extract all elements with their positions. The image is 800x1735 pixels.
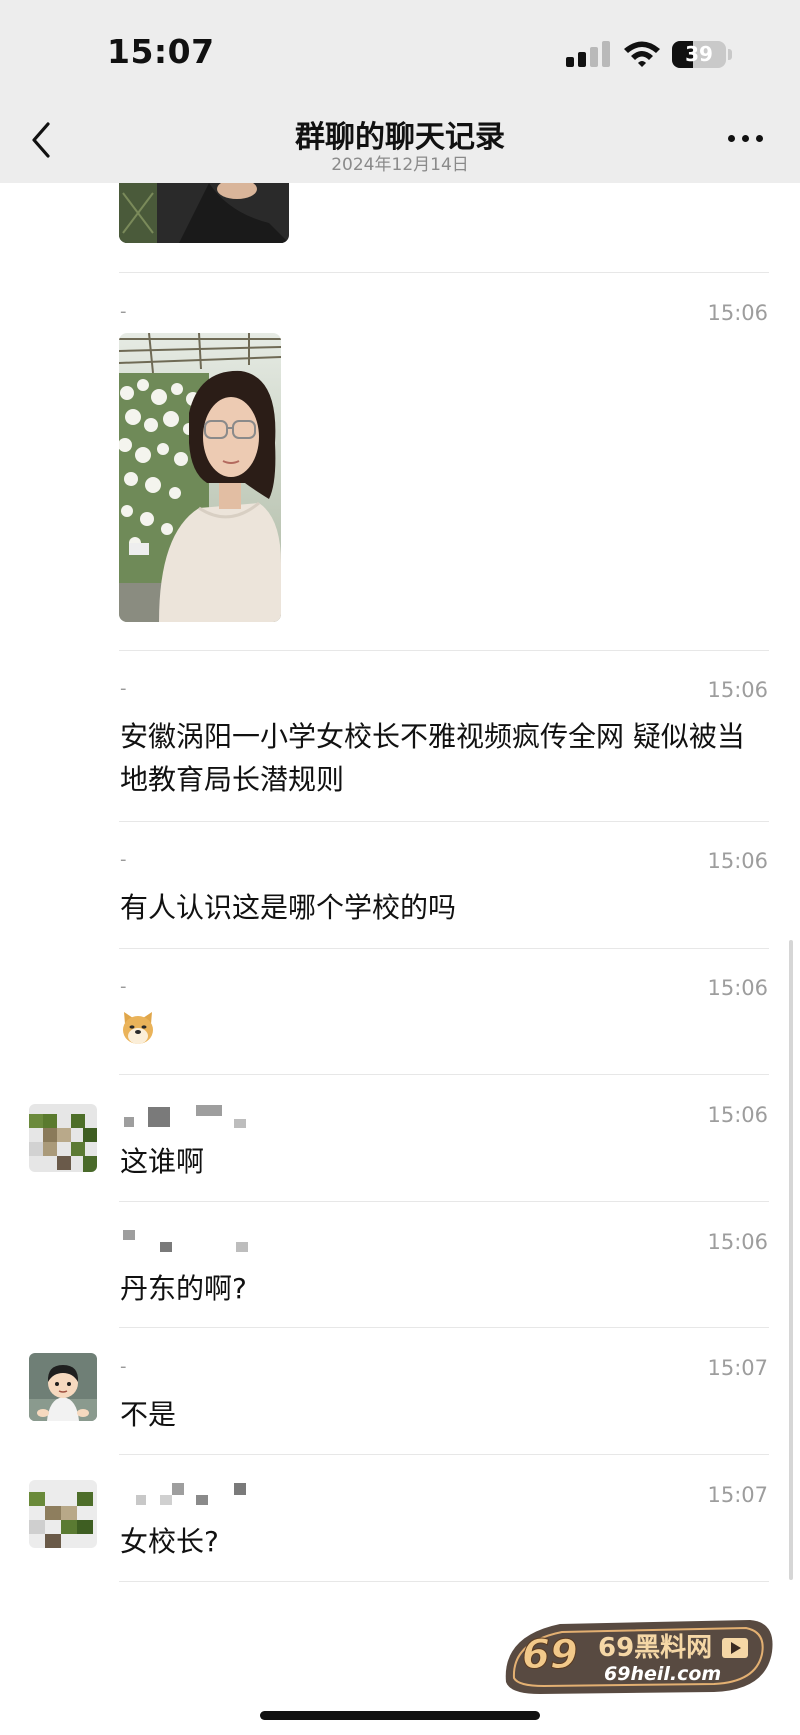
- message-separator: [119, 1581, 769, 1582]
- message-time: 15:06: [707, 678, 768, 702]
- ellipsis-icon: [728, 135, 735, 142]
- message-text: 丹东的啊?: [120, 1272, 247, 1305]
- message-time: 15:07: [707, 1483, 768, 1507]
- message-sender: -: [120, 1356, 127, 1377]
- message-separator: [119, 1327, 769, 1328]
- mosaic-block: [234, 1483, 246, 1495]
- message-text: 有人认识这是哪个学校的吗: [120, 891, 457, 924]
- pixelated-avatar[interactable]: [29, 1480, 97, 1548]
- message-sender: -: [120, 976, 127, 997]
- chat-history-list[interactable]: - 15:06 - 15:06 安徽涡阳一小学女校长不雅视频疯传全网 疑似被当地…: [0, 0, 800, 1735]
- message-image[interactable]: [119, 333, 281, 622]
- battery-tip: [728, 49, 732, 60]
- message-separator: [119, 272, 769, 273]
- battery-icon: 39: [672, 41, 726, 68]
- mosaic-block: [196, 1105, 222, 1116]
- message-time: 15:06: [707, 1230, 768, 1254]
- mosaic-block: [148, 1107, 170, 1127]
- mosaic-block: [136, 1495, 146, 1505]
- message-time: 15:06: [707, 1103, 768, 1127]
- message-separator: [119, 948, 769, 949]
- mosaic-block: [172, 1483, 184, 1495]
- battery-percent: 39: [685, 42, 713, 66]
- message-separator: [119, 821, 769, 822]
- message-text: 安徽涡阳一小学女校长不雅视频疯传全网 疑似被当地教育局长潜规则: [120, 720, 745, 796]
- mosaic-block: [124, 1117, 134, 1127]
- mosaic-block: [234, 1119, 246, 1128]
- pixelated-avatar[interactable]: [29, 1104, 97, 1172]
- page-subtitle-date: 2024年12月14日: [331, 155, 469, 175]
- mosaic-block: [236, 1242, 248, 1252]
- message-photo-partial[interactable]: [119, 183, 289, 243]
- mosaic-block: [160, 1495, 172, 1505]
- svg-text:69: 69: [522, 1632, 578, 1678]
- mosaic-block: [160, 1242, 172, 1252]
- wifi-icon: [622, 38, 662, 68]
- message-time: 15:07: [707, 1356, 768, 1380]
- message-separator: [119, 1454, 769, 1455]
- site-watermark-logo: 69 69黑料网 69heil.com: [500, 1612, 780, 1698]
- back-button[interactable]: [22, 118, 62, 162]
- cellular-signal-icon: [566, 41, 610, 67]
- mosaic-block: [196, 1495, 208, 1505]
- watermark-url: 69heil.com: [604, 1663, 721, 1685]
- message-sender: -: [120, 849, 127, 870]
- scrollbar[interactable]: [789, 940, 793, 1580]
- message-separator: [119, 650, 769, 651]
- message-time: 15:06: [707, 976, 768, 1000]
- message-time: 15:06: [707, 301, 768, 325]
- mosaic-block: [123, 1230, 135, 1240]
- status-bar-time: 15:07: [107, 32, 215, 71]
- message-text: 女校长?: [120, 1525, 219, 1558]
- home-indicator[interactable]: [260, 1711, 540, 1720]
- navigation-header: 15:07 39 群聊的聊天记录 2024年12月14日: [0, 0, 800, 183]
- watermark-brand: 69黑料网: [598, 1633, 712, 1663]
- message-separator: [119, 1074, 769, 1075]
- message-text: 不是: [120, 1398, 177, 1431]
- more-options-button[interactable]: [722, 126, 770, 150]
- chevron-left-icon: [32, 122, 50, 158]
- message-text: 这谁啊: [120, 1145, 205, 1178]
- message-sender: -: [120, 678, 127, 699]
- message-sender: -: [120, 301, 127, 322]
- message-time: 15:06: [707, 849, 768, 873]
- doge-sticker-icon[interactable]: [120, 1010, 156, 1046]
- message-separator: [119, 1201, 769, 1202]
- cartoon-boy-avatar[interactable]: [29, 1353, 97, 1421]
